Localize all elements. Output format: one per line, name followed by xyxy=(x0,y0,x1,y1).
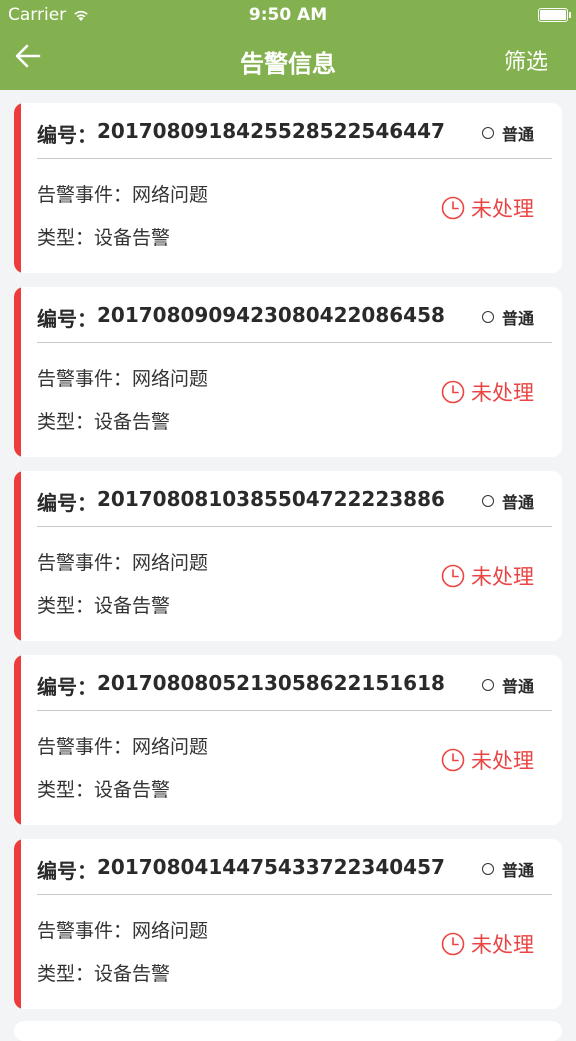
divider xyxy=(37,710,552,711)
alarm-type-value: 设备告警 xyxy=(94,779,171,801)
alarm-id-value: 2017080805213058622151618 xyxy=(97,671,445,695)
divider xyxy=(37,894,552,895)
alarm-card[interactable]: 编号： 2017080810385504722223886 普通 告警事件： 网… xyxy=(14,471,562,641)
alarm-id-value: 2017080810385504722223886 xyxy=(97,487,445,511)
alarm-status-label: 未处理 xyxy=(471,933,534,957)
alarm-level: 普通 xyxy=(481,489,534,513)
alarm-level: 普通 xyxy=(481,673,534,697)
alarm-status: 未处理 xyxy=(441,745,534,775)
alarm-event-value: 网络问题 xyxy=(132,920,209,942)
clock-icon xyxy=(441,196,465,220)
alarm-id: 编号： 2017080918425528522546447 xyxy=(37,119,445,148)
battery-icon xyxy=(538,8,571,22)
alarm-id: 编号： 2017080805213058622151618 xyxy=(37,671,445,700)
alarm-event: 告警事件： 网络问题 xyxy=(37,916,208,943)
alarm-type-label: 类型： xyxy=(37,963,95,985)
alarm-type-label: 类型： xyxy=(37,227,95,249)
clock-icon xyxy=(441,748,465,772)
alarm-id: 编号： 2017080909423080422086458 xyxy=(37,303,445,332)
alarm-status: 未处理 xyxy=(441,929,534,959)
alarm-type: 类型： 设备告警 xyxy=(37,959,170,986)
alarm-type: 类型： 设备告警 xyxy=(37,223,170,250)
alarm-type-value: 设备告警 xyxy=(94,227,171,249)
alarm-type: 类型： 设备告警 xyxy=(37,407,170,434)
alarm-status: 未处理 xyxy=(441,561,534,591)
alarm-level-label: 普通 xyxy=(501,861,534,880)
alarm-id-label: 编号： xyxy=(37,123,97,147)
alarm-event: 告警事件： 网络问题 xyxy=(37,548,208,575)
divider xyxy=(37,526,552,527)
alarm-event-value: 网络问题 xyxy=(132,552,209,574)
alarm-card[interactable]: 编号： 2017080805213058622151618 普通 告警事件： 网… xyxy=(14,655,562,825)
alarm-event-label: 告警事件： xyxy=(37,920,133,942)
alarm-card[interactable]: 编号： 2017080414475433722340457 普通 告警事件： 网… xyxy=(14,839,562,1009)
alarm-level: 普通 xyxy=(481,305,534,329)
filter-button[interactable]: 筛选 xyxy=(504,44,548,76)
alarm-card[interactable]: 编号： 2017080918425528522546447 普通 告警事件： 网… xyxy=(14,103,562,273)
alarm-type-label: 类型： xyxy=(37,411,95,433)
circle-icon xyxy=(481,127,494,139)
circle-icon xyxy=(481,863,494,875)
alarm-id-value: 2017080909423080422086458 xyxy=(97,303,445,327)
divider xyxy=(37,342,552,343)
alarm-id: 编号： 2017080414475433722340457 xyxy=(37,855,445,884)
alarm-status: 未处理 xyxy=(441,377,534,407)
alarm-id-label: 编号： xyxy=(37,859,97,883)
alarm-id-label: 编号： xyxy=(37,491,97,515)
clock: 9:50 AM xyxy=(248,5,328,25)
alarm-status-label: 未处理 xyxy=(471,565,534,589)
alarm-id-value: 2017080414475433722340457 xyxy=(97,855,445,879)
alarm-id-label: 编号： xyxy=(37,675,97,699)
circle-icon xyxy=(481,679,494,691)
alarm-id: 编号： 2017080810385504722223886 xyxy=(37,487,445,516)
alarm-type: 类型： 设备告警 xyxy=(37,591,170,618)
alarm-event-label: 告警事件： xyxy=(37,184,133,206)
status-bar: Carrier 9:50 AM xyxy=(0,0,576,30)
clock-icon xyxy=(441,932,465,956)
alarm-event-label: 告警事件： xyxy=(37,736,133,758)
circle-icon xyxy=(481,495,494,507)
alarm-type-label: 类型： xyxy=(37,595,95,617)
clock-icon xyxy=(441,380,465,404)
circle-icon xyxy=(481,311,494,323)
alarm-event: 告警事件： 网络问题 xyxy=(37,364,208,391)
alarm-card[interactable]: 编号： 2017080909423080422086458 普通 告警事件： 网… xyxy=(14,287,562,457)
clock-icon xyxy=(441,564,465,588)
alarm-type-value: 设备告警 xyxy=(94,595,171,617)
alarm-type-value: 设备告警 xyxy=(94,963,171,985)
divider xyxy=(37,158,552,159)
alarm-id-value: 2017080918425528522546447 xyxy=(97,119,445,143)
alarm-level: 普通 xyxy=(481,121,534,145)
alarm-type-label: 类型： xyxy=(37,779,95,801)
page-title: 告警信息 xyxy=(240,50,336,78)
alarm-status-label: 未处理 xyxy=(471,197,534,221)
alarm-event: 告警事件： 网络问题 xyxy=(37,732,208,759)
alarm-type-value: 设备告警 xyxy=(94,411,171,433)
alarm-level: 普通 xyxy=(481,857,534,881)
alarm-event-value: 网络问题 xyxy=(132,368,209,390)
alarm-level-label: 普通 xyxy=(501,677,534,696)
alarm-level-label: 普通 xyxy=(501,125,534,144)
alarm-card-partial[interactable] xyxy=(14,1021,562,1041)
alarm-status: 未处理 xyxy=(441,193,534,223)
alarm-event-label: 告警事件： xyxy=(37,552,133,574)
alarm-type: 类型： 设备告警 xyxy=(37,775,170,802)
alarm-level-label: 普通 xyxy=(501,309,534,328)
alarm-event-value: 网络问题 xyxy=(132,184,209,206)
alarm-event-label: 告警事件： xyxy=(37,368,133,390)
alarm-level-label: 普通 xyxy=(501,493,534,512)
alarm-event-value: 网络问题 xyxy=(132,736,209,758)
alarm-list: 编号： 2017080918425528522546447 普通 告警事件： 网… xyxy=(14,103,562,1023)
alarm-status-label: 未处理 xyxy=(471,381,534,405)
alarm-id-label: 编号： xyxy=(37,307,97,331)
alarm-event: 告警事件： 网络问题 xyxy=(37,180,208,207)
nav-bar: 告警信息 筛选 xyxy=(0,30,576,90)
alarm-status-label: 未处理 xyxy=(471,749,534,773)
